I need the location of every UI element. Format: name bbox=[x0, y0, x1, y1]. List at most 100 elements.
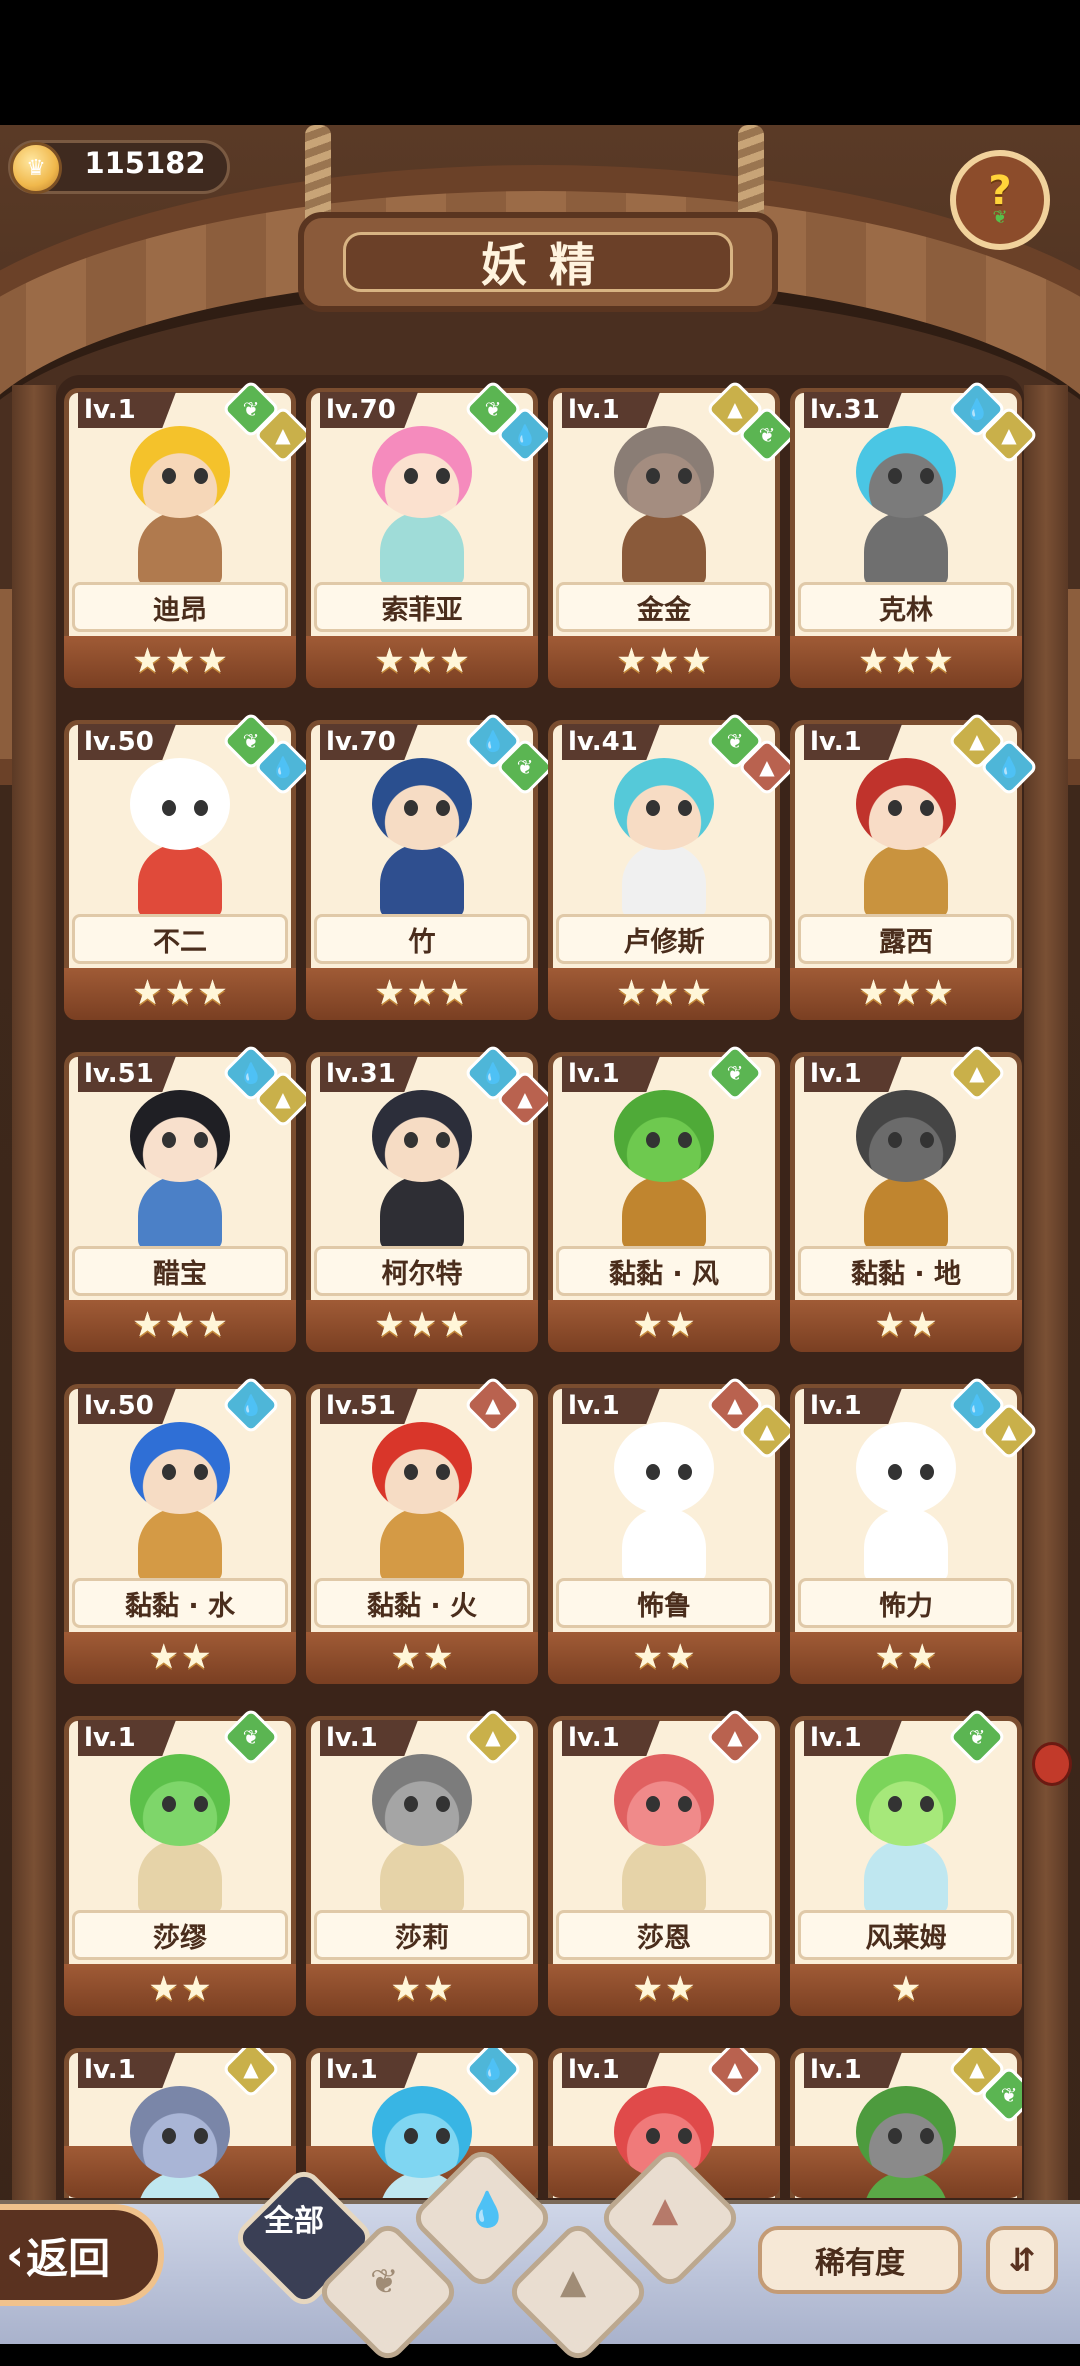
fairy-card[interactable]: lv.41 ❦ ▲ 卢修斯 ★ ★ ★ bbox=[548, 711, 797, 1020]
character-head bbox=[130, 1422, 230, 1514]
fairy-name: 莎恩 bbox=[556, 1910, 772, 1960]
character-portrait bbox=[574, 1744, 754, 1914]
character-portrait bbox=[90, 1080, 270, 1250]
character-head bbox=[130, 1090, 230, 1182]
character-portrait bbox=[90, 748, 270, 918]
character-eye bbox=[888, 1796, 902, 1812]
level-tag: lv.1 bbox=[78, 2052, 176, 2088]
character-body bbox=[380, 1840, 464, 1914]
fairy-card[interactable]: lv.51 ▲ 黏黏 · 火 ★ ★ bbox=[306, 1375, 538, 1684]
character-head bbox=[856, 2086, 956, 2178]
fairy-card[interactable]: lv.50 💧 黏黏 · 水 ★ ★ bbox=[64, 1375, 296, 1684]
star-icon: ★ bbox=[648, 641, 680, 681]
character-eye bbox=[920, 1464, 934, 1480]
star-icon: ★ bbox=[923, 641, 954, 681]
fairy-card[interactable]: lv.1 ❦ 莎缪 ★ ★ bbox=[64, 1707, 296, 2016]
character-eye bbox=[436, 468, 450, 484]
character-head bbox=[614, 1422, 714, 1514]
star-rating: ★ ★ bbox=[548, 1636, 780, 1678]
fairy-card[interactable]: lv.1 ❦ 黏黏 · 风 ★ ★ bbox=[548, 1043, 780, 1352]
character-eye bbox=[436, 2128, 450, 2144]
character-eye bbox=[194, 800, 208, 816]
star-icon: ★ bbox=[374, 973, 405, 1013]
sort-order-button[interactable]: ⇵ bbox=[986, 2226, 1058, 2294]
character-body bbox=[380, 844, 464, 918]
character-portrait bbox=[90, 1412, 270, 1582]
back-button-label: 返回 bbox=[26, 2233, 111, 2283]
star-icon: ★ bbox=[907, 1637, 938, 1677]
fairy-name: 卢修斯 bbox=[556, 914, 772, 964]
level-tag: lv.1 bbox=[804, 1056, 902, 1092]
character-portrait bbox=[332, 1744, 512, 1914]
star-icon: ★ bbox=[181, 1969, 212, 2009]
fairy-card[interactable]: lv.51 💧 ▲ 醋宝 ★ ★ ★ bbox=[64, 1043, 313, 1352]
fairy-card[interactable]: lv.1 ▲ 黏黏 · 地 ★ ★ bbox=[790, 1043, 1022, 1352]
level-tag: lv.50 bbox=[78, 1388, 176, 1424]
ladybug-icon[interactable] bbox=[1032, 1742, 1072, 1786]
sort-rarity-button[interactable]: 稀有度 bbox=[758, 2226, 962, 2294]
character-head bbox=[614, 1090, 714, 1182]
character-portrait bbox=[332, 416, 512, 586]
character-eye bbox=[888, 468, 902, 484]
character-portrait bbox=[816, 2076, 996, 2198]
character-eye bbox=[678, 2128, 692, 2144]
character-body bbox=[138, 1840, 222, 1914]
level-tag: lv.1 bbox=[804, 1720, 902, 1756]
character-eye bbox=[920, 1796, 934, 1812]
character-head bbox=[856, 1090, 956, 1182]
fairy-card[interactable]: lv.70 💧 ❦ 竹 ★ ★ ★ bbox=[306, 711, 555, 1020]
fairy-card[interactable]: lv.31 💧 ▲ 克林 ★ ★ ★ bbox=[790, 379, 1039, 688]
character-eye bbox=[646, 1132, 660, 1148]
star-rating: ★ ★ ★ bbox=[548, 972, 780, 1014]
star-icon: ★ bbox=[132, 641, 163, 681]
character-body bbox=[622, 844, 706, 918]
star-icon: ★ bbox=[858, 973, 889, 1013]
level-tag: lv.1 bbox=[562, 1388, 660, 1424]
star-icon: ★ bbox=[858, 641, 889, 681]
character-head bbox=[614, 758, 714, 850]
star-rating: ★ ★ bbox=[64, 1636, 296, 1678]
fairy-card[interactable]: lv.1 ❦ ▲ 迪昂 ★ ★ ★ bbox=[64, 379, 313, 688]
star-icon: ★ bbox=[874, 1305, 905, 1345]
fairy-card[interactable]: lv.1 ▲ 莎莉 ★ ★ bbox=[306, 1707, 538, 2016]
fairy-card[interactable]: lv.1 ▲ 莎恩 ★ ★ bbox=[548, 1707, 780, 2016]
fairy-name: 黏黏 · 风 bbox=[556, 1246, 772, 1296]
character-eye bbox=[436, 1796, 450, 1812]
character-head bbox=[856, 1422, 956, 1514]
star-rating: ★ ★ ★ bbox=[64, 1304, 296, 1346]
star-rating: ★ ★ ★ bbox=[306, 640, 538, 682]
fairy-card-grid: lv.1 ❦ ▲ 迪昂 ★ ★ ★ lv.70 ❦ 💧 索菲亚 ★ ★ ★ lv.1 ▲ ❦ 金金 ★ ★ ★ lv.31… bbox=[0, 0, 1080, 2340]
character-portrait bbox=[574, 416, 754, 586]
character-eye bbox=[436, 800, 450, 816]
character-portrait bbox=[816, 1412, 996, 1582]
fairy-card[interactable]: lv.1 ▲ ❦ 金金 ★ ★ ★ bbox=[548, 379, 797, 688]
back-button[interactable]: ‹ 返回 bbox=[0, 2204, 164, 2306]
fairy-card[interactable]: lv.1 ❦ 风莱姆 ★ bbox=[790, 1707, 1022, 2016]
fairy-card[interactable]: lv.50 ❦ 💧 不二 ★ ★ ★ bbox=[64, 711, 313, 1020]
fairy-card[interactable]: lv.1 ▲ ❦ bbox=[790, 2048, 1022, 2198]
fairy-card[interactable]: lv.1 ▲ 💧 露西 ★ ★ ★ bbox=[790, 711, 1039, 1020]
fairy-card[interactable]: lv.31 💧 ▲ 柯尔特 ★ ★ ★ bbox=[306, 1043, 555, 1352]
fairy-name: 不二 bbox=[72, 914, 288, 964]
fairy-name: 竹 bbox=[314, 914, 530, 964]
character-eye bbox=[162, 1132, 176, 1148]
character-head bbox=[372, 758, 472, 850]
star-icon: ★ bbox=[181, 1637, 212, 1677]
character-head bbox=[372, 1090, 472, 1182]
fairy-name: 金金 bbox=[556, 582, 772, 632]
level-tag: lv.1 bbox=[562, 392, 660, 428]
level-tag: lv.1 bbox=[320, 2052, 418, 2088]
fairy-card[interactable]: lv.70 ❦ 💧 索菲亚 ★ ★ ★ bbox=[306, 379, 555, 688]
character-eye bbox=[678, 468, 692, 484]
character-eye bbox=[404, 2128, 418, 2144]
star-rating: ★ ★ ★ bbox=[306, 1304, 538, 1346]
character-body bbox=[380, 512, 464, 586]
fairy-card[interactable]: lv.1 ▲ bbox=[64, 2048, 296, 2198]
star-rating: ★ ★ ★ bbox=[64, 640, 296, 682]
fairy-name: 迪昂 bbox=[72, 582, 288, 632]
star-icon: ★ bbox=[890, 973, 922, 1013]
character-eye bbox=[646, 2128, 660, 2144]
fairy-card[interactable]: lv.1 ▲ ▲ 怖鲁 ★ ★ bbox=[548, 1375, 797, 1684]
character-body bbox=[138, 1176, 222, 1250]
fairy-card[interactable]: lv.1 💧 ▲ 怖力 ★ ★ bbox=[790, 1375, 1039, 1684]
